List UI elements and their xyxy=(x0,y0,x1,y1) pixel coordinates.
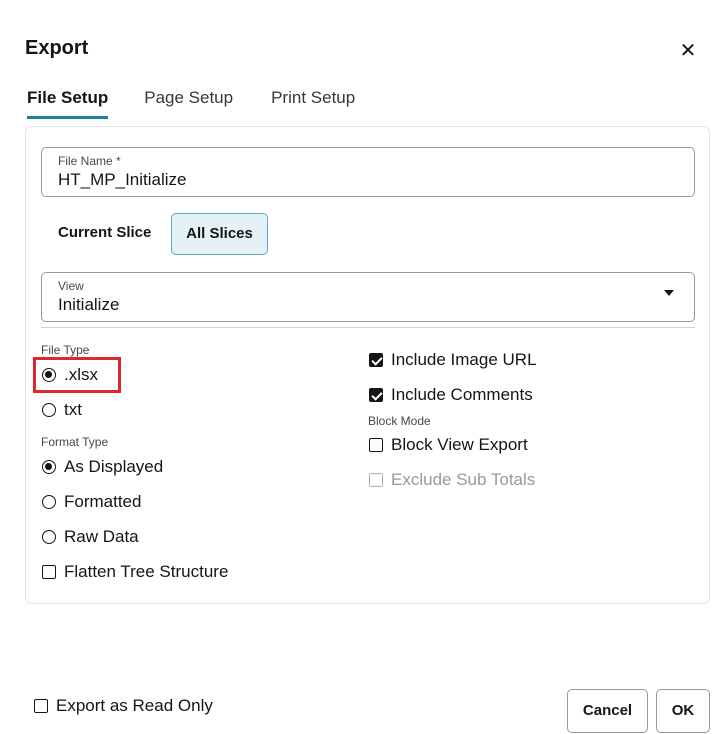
view-label: View xyxy=(58,279,84,293)
tab-print-setup[interactable]: Print Setup xyxy=(271,88,355,119)
highlight-box xyxy=(33,357,121,393)
file-name-label: File Name * xyxy=(58,154,121,168)
file-type-txt-label: txt xyxy=(64,400,82,419)
file-type-txt-radio[interactable]: txt xyxy=(42,400,82,420)
cancel-button[interactable]: Cancel xyxy=(567,689,648,733)
checkbox-checked-icon xyxy=(369,388,383,402)
format-type-label: Format Type xyxy=(41,435,109,449)
radio-unchecked-icon xyxy=(42,530,56,544)
tab-file-setup[interactable]: File Setup xyxy=(27,88,109,119)
checkbox-unchecked-icon xyxy=(369,438,383,452)
format-raw-data-radio[interactable]: Raw Data xyxy=(42,527,139,547)
checkbox-unchecked-icon xyxy=(42,565,56,579)
format-formatted-radio[interactable]: Formatted xyxy=(42,492,141,512)
divider xyxy=(41,327,695,328)
view-select[interactable]: View Initialize xyxy=(41,272,695,322)
radio-checked-icon xyxy=(42,460,56,474)
format-as-displayed-label: As Displayed xyxy=(64,457,164,476)
file-name-value[interactable]: HT_MP_Initialize xyxy=(58,170,187,190)
block-mode-label: Block Mode xyxy=(368,414,431,428)
export-dialog: Export ✕ File Setup Page Setup Print Set… xyxy=(0,0,723,734)
radio-unchecked-icon xyxy=(42,495,56,509)
dialog-title: Export xyxy=(25,37,89,59)
checkbox-unchecked-icon xyxy=(34,699,48,713)
current-slice-button[interactable]: Current Slice xyxy=(48,213,158,255)
tab-bar: File Setup Page Setup Print Setup xyxy=(27,88,393,119)
include-image-url-label: Include Image URL xyxy=(391,350,537,369)
ok-button[interactable]: OK xyxy=(656,689,710,733)
include-image-url-checkbox[interactable]: Include Image URL xyxy=(369,350,537,370)
exclude-sub-totals-label: Exclude Sub Totals xyxy=(391,470,536,489)
radio-unchecked-icon xyxy=(42,403,56,417)
include-comments-checkbox[interactable]: Include Comments xyxy=(369,385,533,405)
format-as-displayed-radio[interactable]: As Displayed xyxy=(42,457,163,477)
block-view-export-checkbox[interactable]: Block View Export xyxy=(369,435,528,455)
chevron-down-icon[interactable] xyxy=(664,290,674,296)
checkbox-checked-icon xyxy=(369,353,383,367)
close-icon[interactable]: ✕ xyxy=(674,38,702,66)
flatten-tree-label: Flatten Tree Structure xyxy=(64,562,229,581)
file-type-label: File Type xyxy=(41,343,90,357)
format-raw-data-label: Raw Data xyxy=(64,527,139,546)
export-read-only-checkbox[interactable]: Export as Read Only xyxy=(34,696,213,716)
file-name-field[interactable]: File Name * HT_MP_Initialize xyxy=(41,147,695,197)
tab-page-setup[interactable]: Page Setup xyxy=(144,88,233,119)
all-slices-button[interactable]: All Slices xyxy=(171,213,268,255)
flatten-tree-checkbox[interactable]: Flatten Tree Structure xyxy=(42,562,228,582)
include-comments-label: Include Comments xyxy=(391,385,533,404)
view-value: Initialize xyxy=(58,295,120,314)
checkbox-disabled-icon xyxy=(369,473,383,487)
exclude-sub-totals-checkbox: Exclude Sub Totals xyxy=(369,470,535,490)
export-read-only-label: Export as Read Only xyxy=(56,696,213,715)
block-view-export-label: Block View Export xyxy=(391,435,528,454)
file-setup-panel: File Name * HT_MP_Initialize Current Sli… xyxy=(25,126,710,604)
format-formatted-label: Formatted xyxy=(64,492,142,511)
